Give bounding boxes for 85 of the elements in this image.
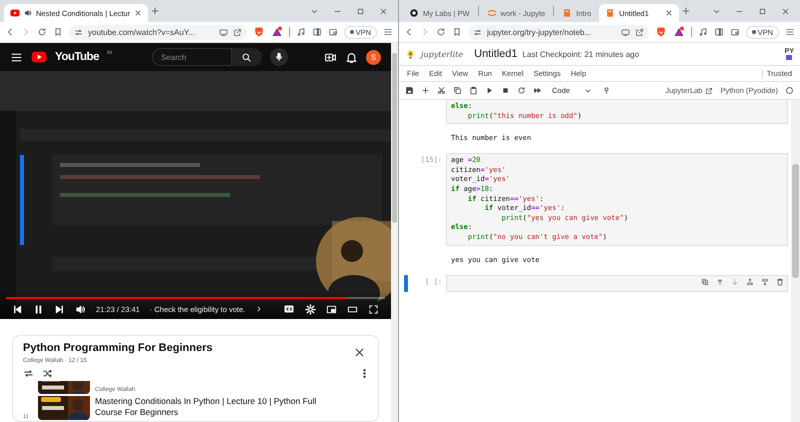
speaker-icon[interactable] bbox=[24, 9, 32, 17]
search-field[interactable]: Search bbox=[152, 48, 232, 66]
screen-icon[interactable] bbox=[218, 28, 228, 36]
site-icon bbox=[562, 8, 572, 18]
fullscreen-icon[interactable] bbox=[368, 304, 380, 314]
bookmark-icon[interactable] bbox=[53, 27, 63, 37]
insert-above-icon[interactable] bbox=[746, 278, 754, 286]
create-icon[interactable] bbox=[324, 50, 337, 64]
scrollbar-thumb[interactable] bbox=[792, 164, 799, 278]
close-icon[interactable] bbox=[665, 9, 674, 17]
shuffle-icon[interactable] bbox=[42, 368, 53, 379]
loop-icon[interactable] bbox=[23, 368, 34, 379]
stop-icon[interactable] bbox=[501, 86, 510, 95]
share-icon[interactable] bbox=[634, 28, 644, 36]
run-icon[interactable] bbox=[485, 86, 494, 95]
fast-forward-icon[interactable] bbox=[533, 86, 542, 95]
site-settings-icon[interactable] bbox=[473, 28, 482, 36]
captions-icon[interactable] bbox=[283, 303, 296, 315]
site-icon bbox=[605, 8, 616, 18]
search-icon bbox=[241, 52, 252, 62]
volume-icon[interactable] bbox=[75, 304, 86, 314]
site-icon bbox=[486, 8, 497, 18]
settings-icon[interactable] bbox=[305, 304, 316, 314]
menu-icon[interactable] bbox=[10, 50, 23, 64]
share-icon[interactable] bbox=[232, 28, 242, 36]
cut-icon[interactable] bbox=[437, 86, 446, 95]
new-tab-icon[interactable] bbox=[681, 6, 692, 16]
url-text: youtube.com/watch?v=sAuY... bbox=[88, 28, 196, 36]
close-icon[interactable] bbox=[353, 346, 366, 359]
close-icon[interactable] bbox=[134, 9, 142, 17]
kernel-status-icon bbox=[785, 86, 794, 95]
external-link-icon bbox=[705, 86, 714, 94]
music-icon[interactable] bbox=[296, 27, 306, 37]
site-icon bbox=[409, 8, 419, 18]
lion-icon[interactable] bbox=[654, 26, 667, 38]
microphone-icon bbox=[274, 52, 284, 62]
wallet-icon[interactable] bbox=[328, 27, 338, 37]
previous-icon[interactable] bbox=[12, 304, 23, 314]
search-button[interactable] bbox=[232, 48, 262, 66]
checkpoint-status: Last Checkpoint: 21 minutes ago bbox=[522, 50, 640, 58]
logo-text[interactable]: YouTube bbox=[55, 51, 99, 63]
save-icon[interactable] bbox=[405, 86, 414, 95]
address-bar[interactable]: youtube.com/watch?v=sAuY... bbox=[69, 24, 247, 40]
maximize-icon[interactable] bbox=[356, 6, 365, 16]
bookmark-icon[interactable] bbox=[452, 27, 462, 37]
insert-below-icon[interactable] bbox=[761, 278, 769, 286]
lion-icon[interactable] bbox=[252, 26, 265, 38]
miniplayer-icon[interactable] bbox=[326, 304, 338, 314]
paste-icon[interactable] bbox=[469, 86, 478, 95]
wallet-icon[interactable] bbox=[730, 27, 740, 37]
reload-icon[interactable] bbox=[436, 27, 446, 37]
microphone-button[interactable] bbox=[270, 48, 288, 66]
triangle-icon[interactable] bbox=[672, 26, 685, 38]
video-title[interactable]: Mastering Conditionals In Python | Lecture 10 | Python Full Course For Beginners bbox=[95, 396, 345, 418]
scrollbar-thumb[interactable] bbox=[392, 53, 397, 223]
triangle-icon[interactable] bbox=[270, 26, 283, 38]
close-icon[interactable] bbox=[379, 6, 388, 16]
notebook-title[interactable]: Untitled1 bbox=[474, 48, 518, 60]
pause-icon[interactable] bbox=[33, 304, 44, 314]
close-icon[interactable] bbox=[781, 6, 790, 16]
lightbulb-logo-icon[interactable] bbox=[405, 48, 416, 60]
play-logo-icon[interactable] bbox=[31, 49, 47, 65]
new-tab-icon[interactable] bbox=[150, 6, 160, 16]
delete-icon[interactable] bbox=[776, 278, 784, 286]
add-icon[interactable] bbox=[421, 86, 430, 95]
address-bar[interactable]: jupyter.org/try-jupyter/noteb... bbox=[468, 24, 649, 40]
screen-icon[interactable] bbox=[620, 28, 630, 36]
site-icon bbox=[10, 8, 20, 18]
next-icon[interactable] bbox=[54, 304, 65, 314]
copy-icon[interactable] bbox=[453, 86, 462, 95]
debugger-icon[interactable] bbox=[602, 86, 611, 95]
music-icon[interactable] bbox=[698, 27, 708, 37]
site-settings-icon[interactable] bbox=[74, 28, 83, 36]
bell-icon[interactable] bbox=[345, 50, 358, 64]
maximize-icon[interactable] bbox=[758, 6, 767, 16]
logo-text[interactable]: jupyterlite bbox=[421, 50, 464, 58]
url-text: jupyter.org/try-jupyter/noteb... bbox=[487, 28, 592, 36]
sidebar-icon[interactable] bbox=[312, 27, 322, 37]
reload-icon[interactable] bbox=[37, 27, 47, 37]
sidebar-icon[interactable] bbox=[714, 27, 724, 37]
code-cell[interactable] bbox=[446, 274, 788, 292]
move-up-icon[interactable] bbox=[716, 278, 724, 286]
restart-icon[interactable] bbox=[517, 86, 526, 95]
playlist-title[interactable]: Python Programming For Beginners bbox=[23, 342, 212, 354]
duplicate-icon[interactable] bbox=[701, 278, 709, 286]
